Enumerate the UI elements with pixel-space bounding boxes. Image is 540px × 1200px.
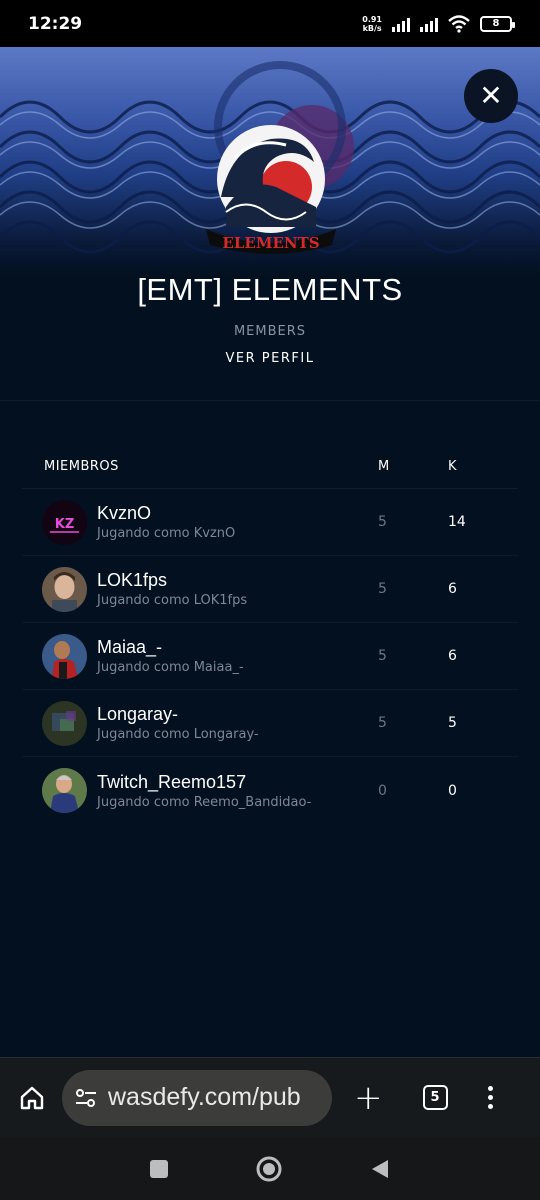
member-k: 6 xyxy=(448,648,457,664)
status-time: 12:29 xyxy=(28,13,83,34)
clan-banner: ELEMENTS ✕ xyxy=(0,47,540,277)
menu-icon[interactable] xyxy=(487,1086,493,1109)
member-m: 5 xyxy=(378,581,387,597)
member-info: Maiaa_- Jugando como Maiaa_- xyxy=(97,637,378,675)
member-name: Longaray- xyxy=(97,704,179,724)
home-icon[interactable] xyxy=(18,1084,46,1112)
table-row[interactable]: Maiaa_- Jugando como Maiaa_- 5 6 xyxy=(22,623,518,690)
url-text: wasdefy.com/pub xyxy=(108,1083,301,1111)
avatar xyxy=(42,566,87,612)
tabs-button[interactable]: 5 xyxy=(422,1085,448,1110)
battery-icon: 8 xyxy=(480,15,515,32)
member-playing: Jugando como Reemo_Bandidao- xyxy=(97,794,312,810)
wifi-icon xyxy=(448,14,470,33)
avatar xyxy=(42,633,87,679)
member-m: 5 xyxy=(378,715,387,731)
url-bar[interactable]: wasdefy.com/pub xyxy=(62,1069,332,1126)
member-playing: Jugando como KvznO xyxy=(97,526,236,541)
member-info: KvznO Jugando como KvznO xyxy=(97,503,378,541)
clan-logo: ELEMENTS xyxy=(206,125,336,254)
system-nav-bar xyxy=(0,1137,540,1200)
avatar: KZ xyxy=(42,499,87,545)
recents-icon[interactable] xyxy=(149,1159,169,1179)
net-speed: 0.91 kB/s xyxy=(362,15,382,33)
table-header: MIEMBROS M K xyxy=(22,445,518,489)
back-icon[interactable] xyxy=(369,1158,391,1180)
ver-perfil-link[interactable]: VER PERFIL xyxy=(0,351,540,366)
member-name: Maiaa_- xyxy=(97,637,163,657)
status-bar: 12:29 0.91 kB/s 8 xyxy=(0,0,540,47)
close-icon: ✕ xyxy=(479,79,503,112)
avatar xyxy=(42,700,87,746)
new-tab-button[interactable]: + xyxy=(354,1078,383,1118)
member-name: Twitch_Reemo157 xyxy=(97,771,247,792)
clan-title: [EMT] ELEMENTS xyxy=(137,272,403,307)
members-label: MEMBERS xyxy=(233,324,307,339)
signal-1-icon xyxy=(392,16,410,32)
member-playing: Jugando como Longaray- xyxy=(97,727,259,742)
table-row[interactable]: Longaray- Jugando como Longaray- 5 5 xyxy=(22,690,518,757)
member-playing: Jugando como Maiaa_- xyxy=(97,660,244,675)
member-name: KvznO xyxy=(97,503,152,523)
table-row[interactable]: Twitch_Reemo157 Jugando como Reemo_Bandi… xyxy=(22,757,518,824)
clan-page: ELEMENTS ✕ [EMT] ELEMENTS MEMBERS VER PE… xyxy=(0,47,540,1057)
avatar xyxy=(42,768,87,813)
svg-text:KZ: KZ xyxy=(55,517,75,532)
header-m: M xyxy=(378,459,390,474)
net-speed-value: 0.91 xyxy=(362,14,382,24)
member-k: 6 xyxy=(448,581,457,597)
member-name: LOK1fps xyxy=(97,570,168,590)
header-k: K xyxy=(448,459,457,474)
member-playing: Jugando como LOK1fps xyxy=(97,593,248,608)
member-k: 0 xyxy=(448,782,457,799)
member-info: Twitch_Reemo157 Jugando como Reemo_Bandi… xyxy=(97,772,378,810)
header-miembros: MIEMBROS xyxy=(44,459,119,474)
member-info: LOK1fps Jugando como LOK1fps xyxy=(97,570,378,608)
logo-text: ELEMENTS xyxy=(222,234,319,252)
table-row[interactable]: KZ KvznO Jugando como KvznO 5 14 xyxy=(22,489,518,556)
member-m: 5 xyxy=(378,648,387,664)
browser-toolbar: wasdefy.com/pub + 5 xyxy=(0,1057,540,1137)
member-m: 5 xyxy=(378,514,387,530)
divider xyxy=(0,400,540,401)
close-button[interactable]: ✕ xyxy=(464,69,518,123)
home-button-icon[interactable] xyxy=(255,1155,283,1183)
member-info: Longaray- Jugando como Longaray- xyxy=(97,704,378,742)
member-k: 5 xyxy=(448,715,457,731)
signal-2-icon xyxy=(420,16,438,32)
member-m: 0 xyxy=(378,782,387,799)
status-icons: 0.91 kB/s 8 xyxy=(362,14,515,33)
net-speed-unit: kB/s xyxy=(362,23,382,33)
table-row[interactable]: LOK1fps Jugando como LOK1fps 5 6 xyxy=(22,556,518,623)
member-k: 14 xyxy=(448,514,466,530)
members-table: MIEMBROS M K KZ KvznO Jugando como KvznO… xyxy=(22,445,518,824)
site-settings-icon[interactable] xyxy=(74,1087,98,1109)
